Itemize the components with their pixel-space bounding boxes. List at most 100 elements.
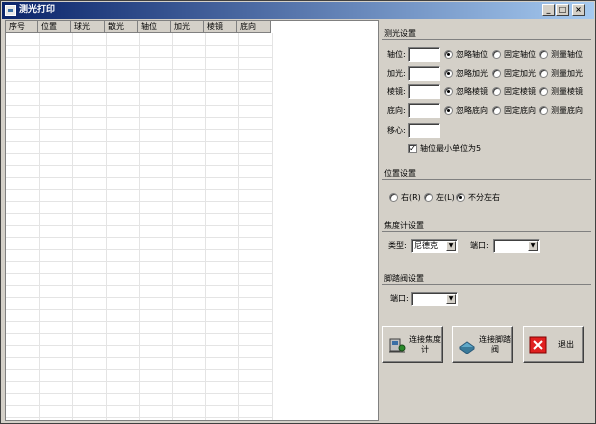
- grid-row-line: [6, 153, 272, 154]
- prism-ignore-label: 忽略棱镜: [456, 87, 488, 96]
- prism-label: 棱镜:: [387, 87, 406, 96]
- prism-input[interactable]: [408, 84, 440, 99]
- column-header-base[interactable]: 底向: [237, 21, 271, 33]
- shift-label: 移心:: [387, 126, 406, 135]
- column-header-add[interactable]: 加光: [171, 21, 204, 33]
- grid-header: 序号 位置 球光 散光 轴位 加光 棱镜 底向: [6, 21, 271, 33]
- focimeter-port-select[interactable]: ▼: [493, 239, 540, 253]
- column-header-prism[interactable]: 棱镜: [204, 21, 237, 33]
- axis-measure-radio[interactable]: [539, 50, 548, 59]
- position-left-radio[interactable]: [424, 193, 433, 202]
- maximize-button[interactable]: □: [556, 4, 569, 16]
- grid-row-line: [6, 369, 272, 370]
- prism-measure-radio[interactable]: [539, 87, 548, 96]
- grid-row-line: [6, 333, 272, 334]
- axis-min-unit-label: 轴位最小单位为5: [420, 144, 482, 153]
- chevron-down-icon[interactable]: ▼: [528, 241, 538, 251]
- base-fixed-radio[interactable]: [492, 106, 501, 115]
- title-bar[interactable]: 测光打印 _ □ ×: [2, 2, 594, 19]
- grid-row-line: [6, 357, 272, 358]
- grid-row-line: [6, 237, 272, 238]
- axis-input[interactable]: [408, 47, 440, 62]
- base-ignore-radio[interactable]: [444, 106, 453, 115]
- connect-footpedal-button[interactable]: 连接脚踏阀: [452, 326, 513, 363]
- grid-row-line: [6, 129, 272, 130]
- base-label: 底向:: [387, 106, 406, 115]
- grid-row-line: [6, 57, 272, 58]
- focimeter-icon: [389, 338, 406, 353]
- footpedal-port-select[interactable]: ▼: [411, 292, 458, 306]
- grid-row-line: [6, 189, 272, 190]
- connect-focimeter-button[interactable]: 连接焦度计: [382, 326, 443, 363]
- grid-row-line: [6, 213, 272, 214]
- grid-row-line: [6, 45, 272, 46]
- position-settings-group: 位置设置 右(R) 左(L) 不分左右: [382, 168, 591, 208]
- grid-row-line: [6, 117, 272, 118]
- column-header-cylinder[interactable]: 散光: [105, 21, 138, 33]
- base-measure-radio[interactable]: [539, 106, 548, 115]
- measure-settings-title: 测光设置: [382, 28, 591, 40]
- axis-ignore-label: 忽略轴位: [456, 50, 488, 59]
- position-none-label: 不分左右: [468, 193, 500, 202]
- grid-row-line: [6, 141, 272, 142]
- column-header-position[interactable]: 位置: [38, 21, 71, 33]
- base-measure-label: 测量底向: [551, 106, 583, 115]
- measurement-grid[interactable]: 序号 位置 球光 散光 轴位 加光 棱镜 底向: [5, 20, 379, 421]
- shift-input[interactable]: [408, 123, 440, 138]
- position-right-radio[interactable]: [389, 193, 398, 202]
- add-input[interactable]: [408, 66, 440, 81]
- add-fixed-label: 固定加光: [504, 69, 536, 78]
- focimeter-settings-group: 焦度计设置 类型: 尼德克 ▼ 端口: ▼: [382, 220, 591, 260]
- grid-row-line: [6, 309, 272, 310]
- column-header-index[interactable]: 序号: [6, 21, 38, 33]
- footpedal-icon: [459, 341, 475, 354]
- axis-label: 轴位:: [387, 50, 406, 59]
- focimeter-settings-title: 焦度计设置: [382, 220, 591, 232]
- close-button[interactable]: ×: [572, 4, 585, 16]
- grid-column-line: [205, 33, 206, 420]
- grid-column-line: [238, 33, 239, 420]
- axis-measure-label: 测量轴位: [551, 50, 583, 59]
- add-fixed-radio[interactable]: [492, 69, 501, 78]
- main-window: 测光打印 _ □ × 序号 位置 球光 散光 轴位 加光 棱镜 底向 测光设置 …: [0, 0, 596, 424]
- grid-row-line: [6, 177, 272, 178]
- position-none-radio[interactable]: [456, 193, 465, 202]
- grid-row-line: [6, 381, 272, 382]
- prism-ignore-radio[interactable]: [444, 87, 453, 96]
- grid-row-line: [6, 105, 272, 106]
- grid-row-line: [6, 285, 272, 286]
- grid-column-line: [39, 33, 40, 420]
- add-label: 加光:: [387, 69, 406, 78]
- focimeter-type-select[interactable]: 尼德克 ▼: [411, 239, 458, 253]
- minimize-button[interactable]: _: [542, 4, 555, 16]
- chevron-down-icon[interactable]: ▼: [446, 294, 456, 304]
- axis-fixed-label: 固定轴位: [504, 50, 536, 59]
- column-header-sphere[interactable]: 球光: [71, 21, 105, 33]
- axis-ignore-radio[interactable]: [444, 50, 453, 59]
- app-icon: [5, 5, 16, 16]
- add-ignore-radio[interactable]: [444, 69, 453, 78]
- connect-focimeter-label: 连接焦度计: [409, 335, 441, 354]
- grid-column-line: [272, 33, 273, 420]
- grid-row-line: [6, 201, 272, 202]
- chevron-down-icon[interactable]: ▼: [446, 241, 456, 251]
- connect-footpedal-label: 连接脚踏阀: [479, 335, 511, 354]
- axis-fixed-radio[interactable]: [492, 50, 501, 59]
- base-fixed-label: 固定底向: [504, 106, 536, 115]
- grid-column-line: [72, 33, 73, 420]
- grid-row-line: [6, 417, 272, 418]
- prism-fixed-radio[interactable]: [492, 87, 501, 96]
- column-header-axis[interactable]: 轴位: [138, 21, 171, 33]
- axis-min-unit-checkbox[interactable]: ✓: [408, 144, 417, 153]
- grid-row-line: [6, 273, 272, 274]
- exit-label: 退出: [558, 340, 574, 349]
- grid-row-line: [6, 69, 272, 70]
- position-left-label: 左(L): [436, 193, 455, 202]
- footpedal-port-label: 端口:: [390, 294, 409, 303]
- focimeter-port-label: 端口:: [470, 241, 489, 250]
- base-ignore-label: 忽略底向: [456, 106, 488, 115]
- footpedal-settings-title: 脚踏阀设置: [382, 273, 591, 285]
- add-measure-radio[interactable]: [539, 69, 548, 78]
- exit-button[interactable]: 退出: [523, 326, 584, 363]
- base-input[interactable]: [408, 103, 440, 118]
